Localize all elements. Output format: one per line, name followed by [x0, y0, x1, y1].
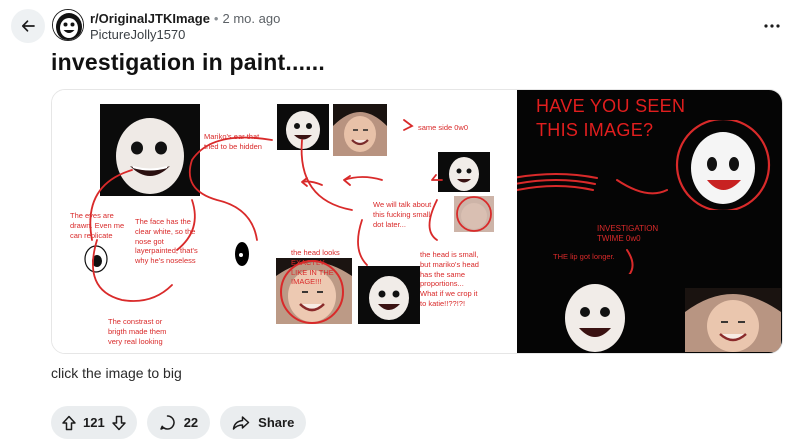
note-contrast: The constrast or brigth made them very r…	[108, 317, 167, 346]
subreddit-avatar[interactable]	[52, 9, 84, 41]
comment-count: 22	[183, 415, 199, 430]
post-action-bar: 121 22 Share	[51, 406, 307, 439]
author-name[interactable]: PictureJolly1570	[90, 27, 185, 42]
poster-investigation: INVESTIGATION TWIME 0w0	[597, 224, 659, 244]
meta-separator: •	[213, 11, 219, 26]
note-head-small: the head is small, but mariko's head has…	[420, 250, 479, 308]
note-eyes: The eyes are drawn. Even me can replicat…	[70, 211, 125, 240]
post-caption: click the image to big	[51, 365, 182, 381]
image-left-panel: Mariko's ear that tried to be hidden sam…	[52, 90, 517, 353]
post-time: 2 mo. ago	[222, 11, 281, 26]
back-button[interactable]	[11, 9, 45, 43]
poster-jeff-photo	[551, 274, 639, 352]
more-horizontal-icon	[764, 24, 780, 28]
share-icon	[232, 415, 250, 431]
comments-button[interactable]: 22	[146, 406, 211, 439]
post-meta: r/OriginalJTKImage • 2 mo. ago	[90, 11, 280, 26]
comment-icon	[159, 414, 176, 431]
share-label: Share	[258, 415, 295, 430]
image-right-panel: HAVE YOU SEEN THIS IMAGE? INVESTIGATION …	[517, 90, 782, 353]
upvote-icon[interactable]	[61, 415, 77, 431]
poster-mariko-photo	[685, 288, 781, 352]
note-ear: Mariko's ear that tried to be hidden	[204, 132, 262, 151]
post-image[interactable]: Mariko's ear that tried to be hidden sam…	[51, 89, 783, 354]
vote-controls: 121	[51, 406, 137, 439]
arrow-left-icon	[21, 20, 35, 32]
downvote-icon[interactable]	[111, 415, 127, 431]
vote-count: 121	[83, 415, 105, 430]
note-head-looks: the head looks EXACTLY LIKE IN THE IMAGE…	[291, 248, 340, 287]
note-same-side: same side 0w0	[418, 123, 469, 132]
poster-lip-note: THE lip got longer.	[553, 252, 615, 261]
note-face-white: The face has the clear white, so the nos…	[135, 217, 198, 265]
subreddit-name[interactable]: r/OriginalJTKImage	[90, 11, 210, 26]
note-dot: We will talk about this fucking small do…	[373, 200, 432, 229]
share-button[interactable]: Share	[220, 406, 307, 439]
post-title: investigation in paint......	[51, 49, 325, 75]
more-options-button[interactable]	[758, 14, 786, 38]
